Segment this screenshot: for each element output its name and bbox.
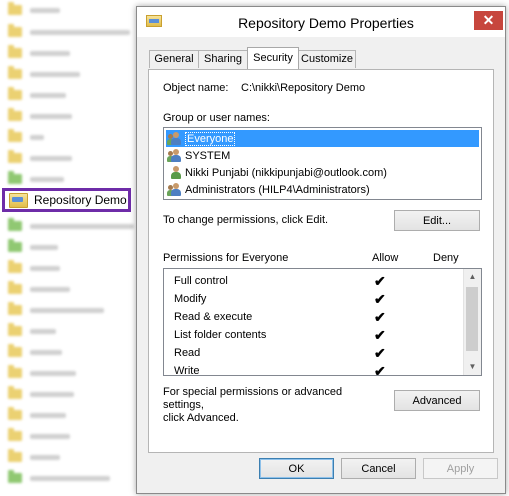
folder-item[interactable] — [8, 281, 140, 297]
apply-button[interactable]: Apply — [423, 458, 498, 479]
folder-item[interactable] — [8, 239, 140, 255]
dialog-title: Repository Demo Properties — [238, 15, 414, 31]
permission-name: Modify — [174, 293, 207, 305]
ok-button[interactable]: OK — [259, 458, 334, 479]
permission-name: Read — [174, 347, 201, 359]
folder-item[interactable] — [8, 87, 140, 103]
permissions-scrollbar[interactable]: ▲ ▼ — [463, 269, 481, 375]
table-row: Full control ✔ — [164, 272, 464, 290]
tab-general[interactable]: General — [149, 50, 199, 68]
advanced-button[interactable]: Advanced — [394, 390, 480, 411]
group-names-label: Group or user names: — [163, 112, 270, 124]
permissions-header: Permissions for Everyone — [163, 252, 289, 264]
properties-dialog: Repository Demo Properties ✕ General Sha… — [136, 6, 506, 494]
scroll-up-arrow-icon[interactable]: ▲ — [464, 269, 481, 285]
special-permissions-line2: click Advanced. — [163, 412, 239, 424]
selected-folder-repository-demo[interactable]: Repository Demo — [2, 188, 131, 212]
object-name-label: Object name: — [163, 82, 229, 94]
allow-check-icon: ✔ — [374, 363, 386, 376]
special-permissions-text: For special permissions or advanced sett… — [163, 386, 383, 425]
folder-item[interactable] — [8, 470, 140, 486]
scroll-thumb[interactable] — [466, 287, 478, 351]
table-row: Modify ✔ — [164, 290, 464, 308]
folder-item[interactable] — [8, 45, 140, 61]
permission-name: Write — [174, 365, 200, 376]
security-panel: Object name: C:\nikki\Repository Demo Gr… — [148, 69, 494, 453]
tab-customize[interactable]: Customize — [298, 50, 356, 68]
scroll-down-arrow-icon[interactable]: ▼ — [464, 359, 481, 375]
folder-item[interactable] — [8, 344, 140, 360]
group-icon — [167, 148, 182, 163]
allow-check-icon: ✔ — [374, 309, 386, 325]
folder-item[interactable] — [8, 108, 140, 124]
change-permissions-text: To change permissions, click Edit. — [163, 214, 329, 226]
group-icon — [167, 182, 182, 197]
folder-item[interactable] — [8, 66, 140, 82]
folder-item[interactable] — [8, 171, 140, 187]
permissions-list[interactable]: Full control ✔ Modify ✔ Read & execute ✔… — [163, 268, 482, 376]
tab-sharing[interactable]: Sharing — [198, 50, 248, 68]
user-list[interactable]: Everyone SYSTEM Nikki Punjabi (nikkipunj… — [163, 127, 482, 200]
folder-item[interactable] — [8, 150, 140, 166]
list-item[interactable]: Everyone — [166, 130, 479, 147]
user-name: Nikki Punjabi (nikkipunjabi@outlook.com) — [185, 166, 387, 179]
allow-check-icon: ✔ — [374, 345, 386, 361]
user-icon — [168, 165, 182, 180]
allow-check-icon: ✔ — [374, 273, 386, 289]
cancel-button[interactable]: Cancel — [341, 458, 416, 479]
object-name-value: C:\nikki\Repository Demo — [241, 82, 366, 94]
folder-item[interactable] — [8, 407, 140, 423]
user-name: Administrators (HILP4\Administrators) — [185, 183, 370, 196]
table-row: Read ✔ — [164, 344, 464, 362]
title-bar[interactable]: Repository Demo Properties ✕ — [137, 7, 505, 37]
allow-check-icon: ✔ — [374, 291, 386, 307]
folder-item[interactable] — [8, 323, 140, 339]
folder-item[interactable] — [8, 386, 140, 402]
selected-folder-label: Repository Demo — [34, 193, 127, 207]
folder-item[interactable] — [8, 24, 140, 40]
group-icon — [167, 131, 182, 146]
table-row: Read & execute ✔ — [164, 308, 464, 326]
close-button[interactable]: ✕ — [474, 11, 503, 30]
folder-item[interactable] — [8, 365, 140, 381]
tab-security[interactable]: Security — [247, 47, 299, 69]
allow-check-icon: ✔ — [374, 327, 386, 343]
user-name: SYSTEM — [185, 149, 231, 162]
permission-name: Read & execute — [174, 311, 253, 323]
user-name: Everyone — [185, 131, 236, 146]
edit-button[interactable]: Edit... — [394, 210, 480, 231]
folder-item[interactable] — [8, 428, 140, 444]
folder-item[interactable] — [8, 218, 140, 234]
list-item[interactable]: Administrators (HILP4\Administrators) — [166, 181, 479, 198]
list-item[interactable]: SYSTEM — [166, 147, 479, 164]
folder-item[interactable] — [8, 449, 140, 465]
special-permissions-line1: For special permissions or advanced sett… — [163, 386, 343, 411]
folder-item[interactable] — [8, 129, 140, 145]
folder-item[interactable] — [8, 260, 140, 276]
table-row: List folder contents ✔ — [164, 326, 464, 344]
explorer-folder-list: Repository Demo — [0, 0, 140, 496]
deny-column-header: Deny — [433, 252, 459, 264]
table-row: Write ✔ — [164, 362, 464, 376]
permission-name: List folder contents — [174, 329, 267, 341]
allow-column-header: Allow — [372, 252, 399, 264]
permission-name: Full control — [174, 275, 228, 287]
list-item[interactable]: Nikki Punjabi (nikkipunjabi@outlook.com) — [166, 164, 479, 181]
folder-icon — [9, 192, 28, 208]
folder-item[interactable] — [8, 302, 140, 318]
folder-item[interactable] — [8, 2, 140, 18]
